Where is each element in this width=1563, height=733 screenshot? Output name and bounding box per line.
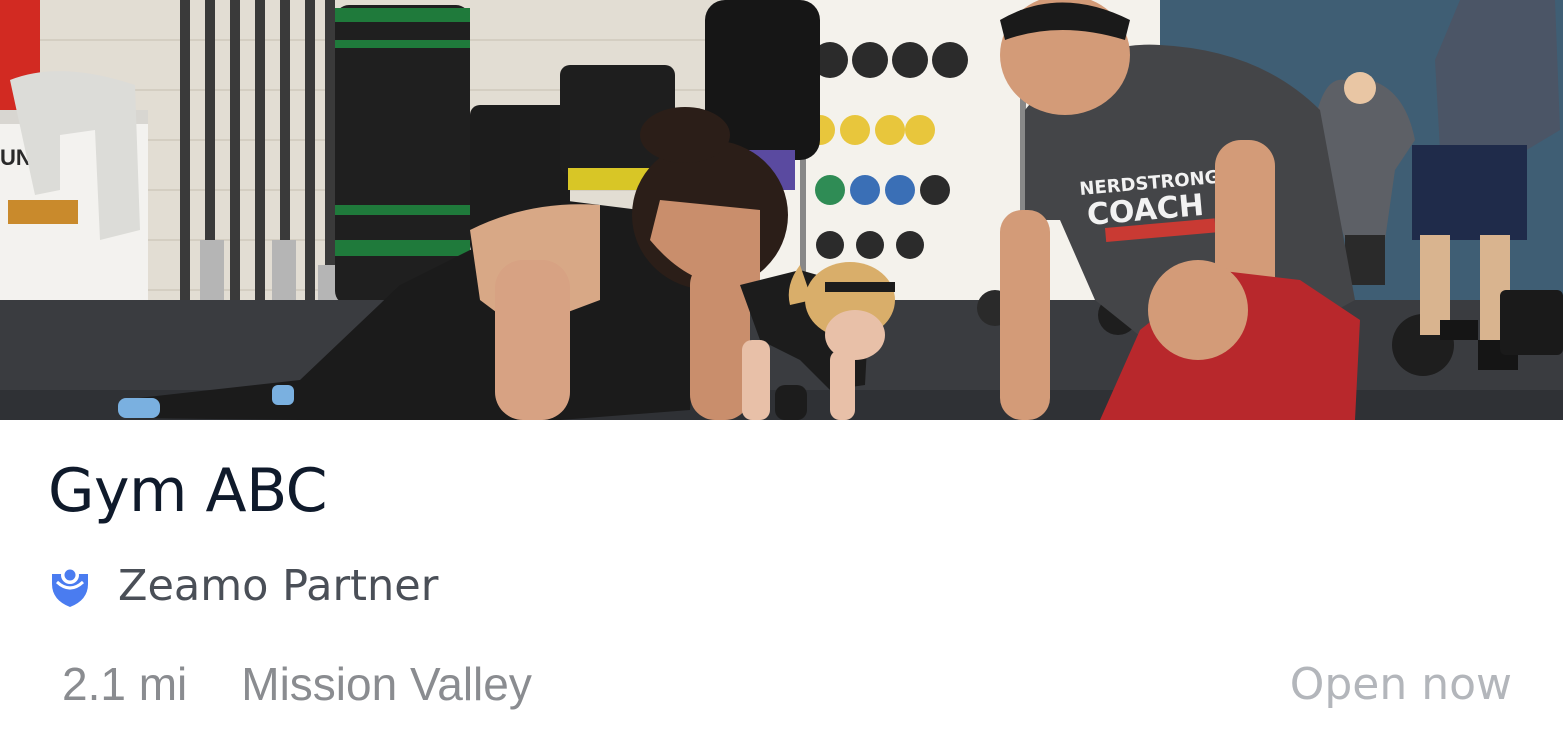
gym-meta-row: 2.1 mi Mission Valley Open now <box>62 654 1512 714</box>
gym-photo-illustration: UNG NERDSTRONG COACH <box>0 0 1563 420</box>
neighborhood-label: Mission Valley <box>241 658 532 710</box>
gym-title: Gym ABC <box>48 456 328 526</box>
gym-card[interactable]: UNG NERDSTRONG COACH Gym ABC Zeamo Partn… <box>0 0 1563 733</box>
partner-label: Zeamo Partner <box>118 561 439 611</box>
gym-photo[interactable]: UNG NERDSTRONG COACH <box>0 0 1563 420</box>
partner-badge: Zeamo Partner <box>48 558 438 614</box>
distance-label: 2.1 mi <box>62 658 188 710</box>
location-pin-icon <box>48 564 92 608</box>
open-status: Open now <box>1289 658 1512 710</box>
